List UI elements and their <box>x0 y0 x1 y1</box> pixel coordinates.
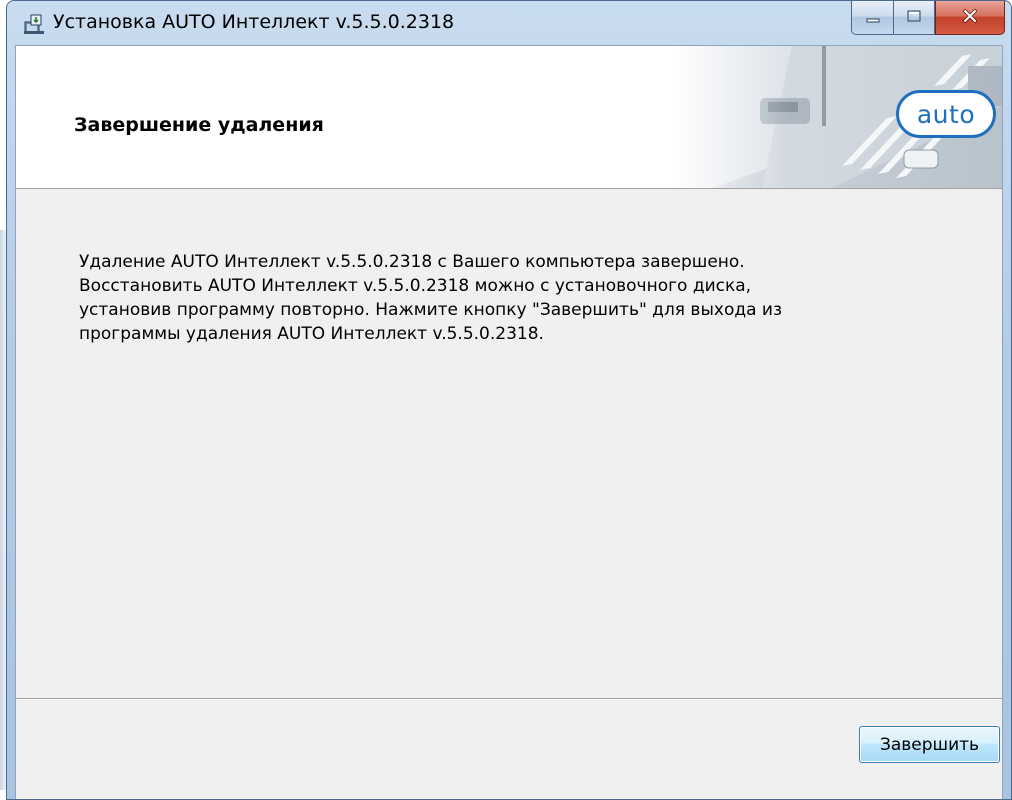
message-line: Удаление AUTO Интеллект v.5.5.0.2318 с В… <box>79 252 745 272</box>
window-title: Установка AUTO Интеллект v.5.5.0.2318 <box>53 11 455 33</box>
finish-button[interactable]: Завершить <box>859 726 1000 763</box>
maximize-icon <box>906 8 922 27</box>
message-line: программы удаления AUTO Интеллект v.5.5.… <box>79 324 544 344</box>
maximize-button[interactable] <box>893 1 935 35</box>
header-banner: Завершение удаления auto <box>16 46 1002 189</box>
auto-logo: auto <box>896 90 996 138</box>
installer-window: Установка AUTO Интеллект v.5.5.0.2318 За… <box>6 0 1012 800</box>
minimize-icon <box>865 8 881 27</box>
close-icon <box>962 8 978 27</box>
close-button[interactable] <box>935 1 1005 35</box>
window-controls <box>851 1 1005 37</box>
completion-message: Удаление AUTO Интеллект v.5.5.0.2318 с В… <box>79 250 899 346</box>
minimize-button[interactable] <box>851 1 893 35</box>
dialog-client-area: Завершение удаления auto Удаление AUTO И… <box>15 45 1003 799</box>
message-line: установив программу повторно. Нажмите кн… <box>79 300 783 320</box>
message-line: Восстановить AUTO Интеллект v.5.5.0.2318… <box>79 276 752 296</box>
page-title: Завершение удаления <box>74 114 324 136</box>
footer-divider <box>16 698 1002 700</box>
installer-icon <box>23 13 45 35</box>
auto-logo-text: auto <box>916 99 976 129</box>
title-bar[interactable]: Установка AUTO Интеллект v.5.5.0.2318 <box>7 1 1011 45</box>
